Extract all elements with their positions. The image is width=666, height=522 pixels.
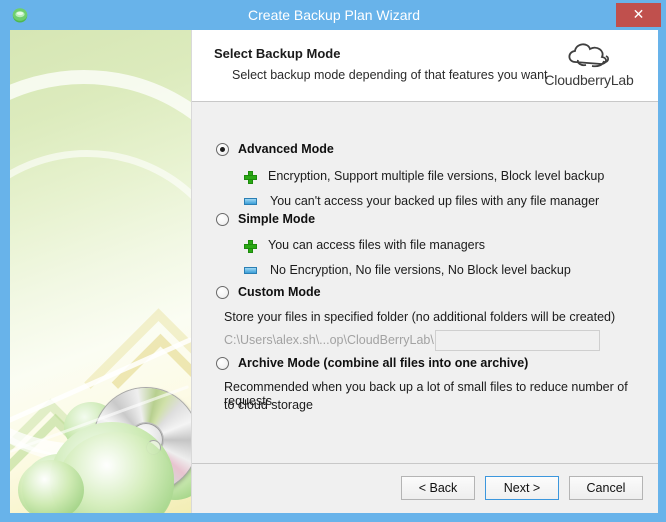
radio-label: Advanced Mode bbox=[238, 142, 334, 156]
backup-mode-options: Advanced Mode Encryption, Support multip… bbox=[192, 102, 658, 462]
minus-icon bbox=[244, 197, 257, 205]
title-bar: Create Backup Plan Wizard ✕ bbox=[1, 1, 666, 29]
radio-indicator bbox=[216, 356, 229, 370]
radio-indicator bbox=[216, 212, 229, 226]
radio-archive-mode[interactable]: Archive Mode (combine all files into one… bbox=[216, 356, 528, 370]
radio-indicator bbox=[216, 285, 229, 299]
wizard-frame: Select Backup Mode Select backup mode de… bbox=[10, 30, 658, 513]
cloud-blob-front-2 bbox=[18, 460, 84, 513]
radio-label: Simple Mode bbox=[238, 212, 316, 226]
bullet-advanced-con: You can't access your backed up files wi… bbox=[244, 194, 599, 208]
radio-label: Custom Mode bbox=[238, 285, 321, 299]
plus-icon bbox=[244, 239, 257, 253]
page-title: Select Backup Mode bbox=[214, 46, 341, 61]
bullet-text: Encryption, Support multiple file versio… bbox=[268, 169, 605, 183]
radio-indicator bbox=[216, 142, 229, 156]
back-button[interactable]: < Back bbox=[401, 476, 475, 500]
page-header: Select Backup Mode Select backup mode de… bbox=[192, 30, 658, 102]
radio-simple-mode[interactable]: Simple Mode bbox=[216, 212, 315, 226]
brand-name: CloudberryLab bbox=[544, 72, 634, 88]
wizard-footer: < Back Next > Cancel bbox=[192, 463, 658, 513]
cloud-logo-icon bbox=[536, 38, 642, 72]
custom-mode-description: Store your files in specified folder (no… bbox=[224, 310, 616, 324]
close-button[interactable]: ✕ bbox=[616, 3, 661, 27]
bullet-text: You can access files with file managers bbox=[268, 238, 486, 252]
archive-mode-description-line2: to cloud storage bbox=[224, 398, 313, 412]
custom-mode-path-input[interactable] bbox=[435, 330, 600, 351]
page-subtitle: Select backup mode depending of that fea… bbox=[232, 68, 548, 82]
radio-advanced-mode[interactable]: Advanced Mode bbox=[216, 142, 334, 156]
custom-mode-path-label: C:\Users\alex.sh\...op\CloudBerryLab\ bbox=[224, 333, 434, 347]
content-pane: Select Backup Mode Select backup mode de… bbox=[191, 30, 658, 513]
bullet-text: You can't access your backed up files wi… bbox=[270, 194, 600, 208]
radio-label: Archive Mode (combine all files into one… bbox=[238, 356, 529, 370]
bullet-simple-pro: You can access files with file managers bbox=[244, 238, 486, 253]
sidebar-artwork bbox=[10, 30, 191, 513]
window-title: Create Backup Plan Wizard bbox=[248, 7, 420, 23]
cancel-button[interactable]: Cancel bbox=[569, 476, 643, 500]
bullet-advanced-pro: Encryption, Support multiple file versio… bbox=[244, 169, 605, 184]
next-button[interactable]: Next > bbox=[485, 476, 559, 500]
plus-icon bbox=[244, 170, 257, 184]
minus-icon bbox=[244, 266, 257, 274]
wizard-window: Create Backup Plan Wizard ✕ Select Backu… bbox=[0, 0, 666, 522]
bullet-simple-con: No Encryption, No file versions, No Bloc… bbox=[244, 263, 571, 277]
radio-custom-mode[interactable]: Custom Mode bbox=[216, 285, 321, 299]
bullet-text: No Encryption, No file versions, No Bloc… bbox=[270, 263, 571, 277]
brand-logo: CloudberryLab bbox=[536, 38, 642, 88]
